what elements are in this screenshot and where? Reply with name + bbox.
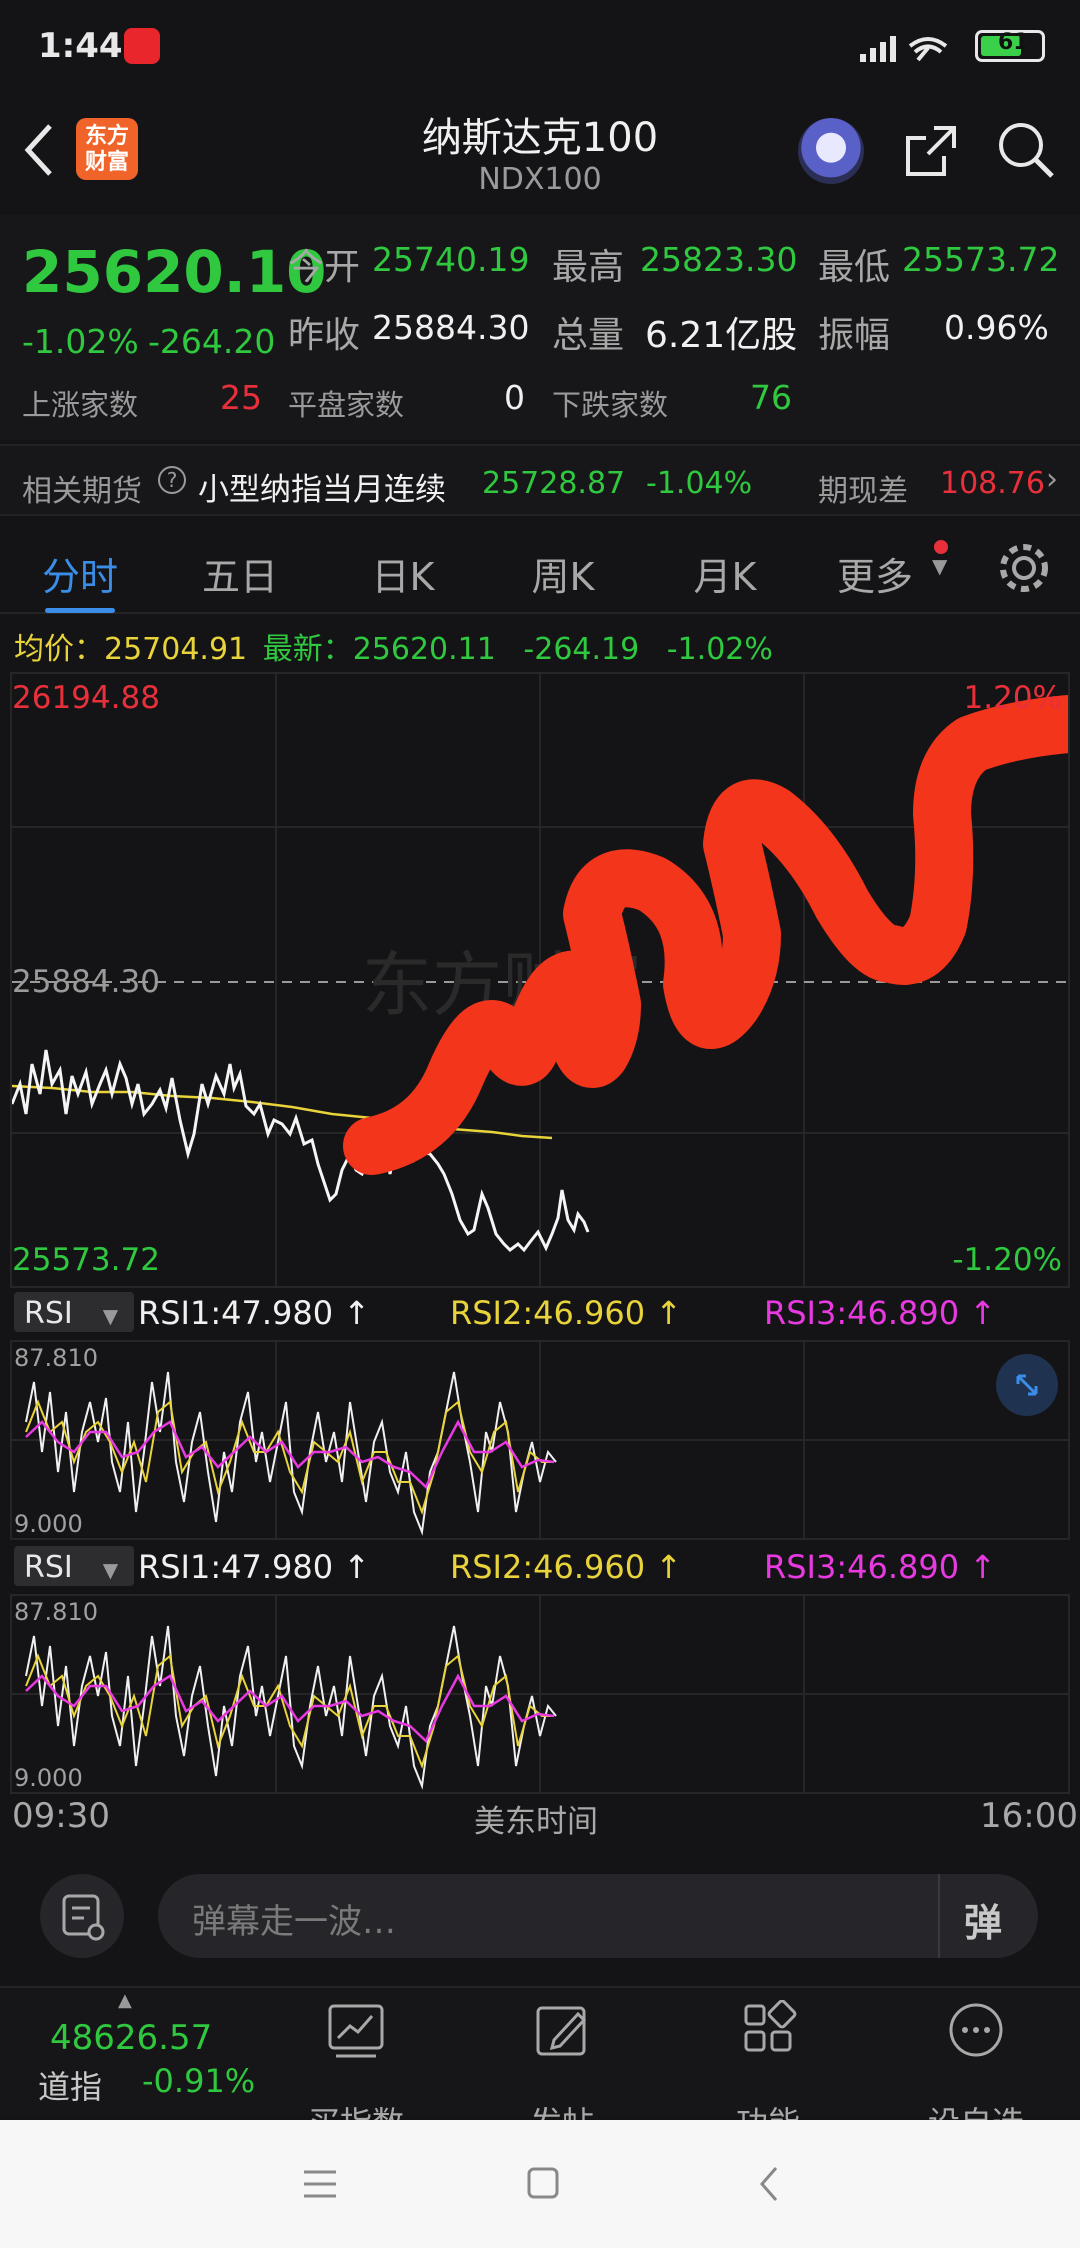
- tab-daily-k[interactable]: 日K: [338, 546, 468, 601]
- prev-close-label: 昨收: [288, 315, 361, 356]
- post-edit-icon[interactable]: [532, 2000, 592, 2060]
- basis-label: 期现差: [818, 474, 908, 509]
- decliners-label: 下跌家数: [552, 388, 669, 422]
- time-end: 16:00: [980, 1796, 1078, 1836]
- active-tab-indicator: [45, 608, 115, 613]
- buy-index-icon[interactable]: [324, 2000, 388, 2060]
- latest-price: 25620.11: [352, 632, 496, 667]
- rsi1-value: RSI1:47.980 ↑: [138, 1294, 371, 1332]
- change-abs: -264.20: [148, 322, 276, 361]
- battery-icon: 61: [975, 30, 1045, 62]
- menu-icon[interactable]: [300, 2166, 340, 2202]
- amplitude-label: 振幅: [818, 315, 891, 356]
- signal-icon: [860, 36, 948, 62]
- back-nav-icon[interactable]: [754, 2164, 784, 2204]
- tab-monthly-k[interactable]: 月K: [660, 546, 790, 601]
- danmu-toggle-button[interactable]: 弹: [964, 1892, 1002, 1947]
- futures-name: 小型纳指当月连续: [198, 472, 446, 508]
- rsi-chart-2-svg: [12, 1596, 1068, 1792]
- futures-pct: -1.04%: [646, 466, 753, 501]
- rsi-chart-1[interactable]: 87.810 9.000: [10, 1340, 1070, 1540]
- intraday-chart-svg: 东方财富: [12, 674, 1068, 1286]
- rsi-max-label-2: 87.810: [14, 1598, 98, 1626]
- caret-down-icon: ▼: [102, 1304, 119, 1328]
- intraday-chart[interactable]: 东方财富 26194.88 25884.30 25573.72 1.20% -1…: [10, 672, 1070, 1288]
- low-label: 最低: [818, 247, 891, 288]
- decliners-value: 76: [750, 378, 792, 417]
- futures-label: 相关期货: [22, 474, 142, 509]
- settings-gear-icon[interactable]: [996, 540, 1052, 596]
- hand-drawn-scribble: [343, 695, 1068, 1175]
- last-price: 25620.10: [22, 238, 327, 306]
- more-options-icon[interactable]: [946, 2000, 1006, 2060]
- low-value: 25573.72: [902, 240, 1060, 279]
- rsi2-value: RSI2:46.960 ↑: [450, 1294, 683, 1332]
- rsi3-value: RSI3:46.890 ↑: [764, 1294, 997, 1332]
- latest-change: -264.19: [523, 632, 640, 667]
- time-zone-label: 美东时间: [474, 1804, 598, 1840]
- latest-pct: -1.02%: [666, 632, 773, 667]
- clock: 1:44: [38, 26, 123, 66]
- indicator-select[interactable]: RSI ▼: [14, 1292, 134, 1332]
- danmu-settings-button[interactable]: [40, 1874, 124, 1958]
- prev-close-value: 25884.30: [372, 308, 530, 347]
- indicator-select-2[interactable]: RSI ▼: [14, 1546, 134, 1586]
- chart-top-price: 26194.88: [12, 680, 160, 716]
- rsi-max-label: 87.810: [14, 1344, 98, 1372]
- chart-prev-close-price: 25884.30: [12, 964, 160, 1000]
- chart-info-line: 均价：25704.91 最新：25620.11 -264.19 -1.02%: [14, 632, 773, 667]
- advancers-label: 上涨家数: [22, 388, 139, 422]
- time-start: 09:30: [12, 1796, 110, 1836]
- volume-label: 总量: [552, 315, 625, 356]
- system-nav-bar: [0, 2120, 1080, 2248]
- dow-index-name[interactable]: 道指: [38, 2062, 102, 2108]
- functions-grid-icon[interactable]: [740, 2000, 800, 2060]
- volume-value: 6.21亿股: [645, 315, 798, 356]
- advancers-value: 25: [220, 378, 262, 417]
- open-label: 今开: [288, 247, 361, 288]
- rsi-chart-2[interactable]: 87.810 9.000: [10, 1594, 1070, 1794]
- avg-price: 25704.91: [104, 632, 248, 667]
- change-pct: -1.02%: [22, 322, 139, 361]
- caret-down-icon: ▼: [932, 554, 948, 578]
- amplitude-value: 0.96%: [944, 308, 1049, 347]
- notification-dot: [934, 540, 948, 554]
- rsi3-value-2: RSI3:46.890 ↑: [764, 1548, 997, 1586]
- basis-value: 108.76: [940, 466, 1045, 501]
- danmu-input[interactable]: 弹幕走一波… 弹: [158, 1874, 1038, 1958]
- dow-index-pct[interactable]: -0.91%: [142, 2062, 255, 2100]
- chevron-right-icon: ›: [1046, 462, 1058, 497]
- dow-index-value[interactable]: 48626.57: [50, 2018, 212, 2058]
- unchanged-label: 平盘家数: [288, 388, 405, 422]
- rsi-chart-1-svg: [12, 1342, 1068, 1538]
- high-value: 25823.30: [640, 240, 798, 279]
- rsi-min-label: 9.000: [14, 1510, 83, 1538]
- rsi-min-label-2: 9.000: [14, 1764, 83, 1792]
- open-value: 25740.19: [372, 240, 530, 279]
- tab-more[interactable]: 更多: [820, 546, 930, 601]
- futures-price: 25728.87: [482, 466, 626, 501]
- tab-intraday[interactable]: 分时: [15, 546, 145, 601]
- high-label: 最高: [552, 247, 625, 288]
- chart-top-pct: 1.20%: [963, 680, 1062, 716]
- rsi2-value-2: RSI2:46.960 ↑: [450, 1548, 683, 1586]
- assistant-robot-icon[interactable]: [798, 118, 864, 184]
- caret-up-icon[interactable]: ▲: [118, 1990, 132, 2011]
- caret-down-icon: ▼: [102, 1558, 119, 1582]
- chart-bottom-price: 25573.72: [12, 1242, 160, 1278]
- search-icon[interactable]: [996, 120, 1056, 180]
- unchanged-value: 0: [504, 378, 525, 417]
- expand-icon[interactable]: [996, 1354, 1058, 1416]
- tab-five-day[interactable]: 五日: [175, 546, 305, 601]
- notification-icon: [124, 28, 160, 64]
- chart-bottom-pct: -1.20%: [952, 1242, 1062, 1278]
- period-tabs: 分时 五日 日K 周K 月K 更多 ▼: [0, 522, 1080, 614]
- rsi1-value-2: RSI1:47.980 ↑: [138, 1548, 371, 1586]
- home-icon[interactable]: [524, 2164, 564, 2204]
- status-bar: 1:44 61: [0, 0, 1080, 95]
- share-icon[interactable]: [900, 122, 960, 182]
- help-icon[interactable]: ?: [158, 466, 186, 494]
- tab-weekly-k[interactable]: 周K: [498, 546, 628, 601]
- price-line: [12, 1049, 590, 1253]
